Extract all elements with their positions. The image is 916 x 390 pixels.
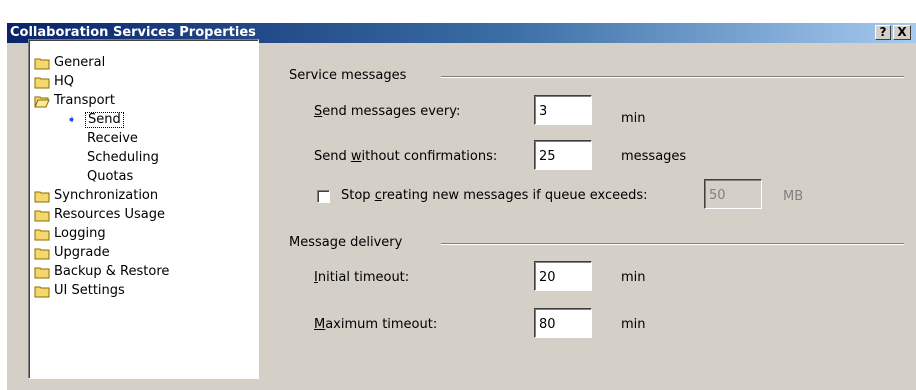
folder-icon: [34, 191, 50, 203]
window-title: Collaboration Services Properties: [10, 25, 256, 40]
send-without-label: Send without confirmations:: [314, 149, 498, 164]
tree-label: UI Settings: [54, 283, 125, 298]
stop-creating-checkbox[interactable]: [317, 190, 330, 203]
tree-label: Upgrade: [54, 245, 110, 260]
tree-label: General: [54, 55, 106, 70]
tree-label: Scheduling: [87, 150, 159, 165]
help-button[interactable]: ?: [875, 25, 891, 40]
tree-label: Backup & Restore: [54, 264, 170, 279]
close-button[interactable]: X: [893, 25, 911, 40]
divider: [441, 243, 904, 245]
initial-timeout-unit: min: [621, 270, 646, 285]
tree-label: Transport: [54, 93, 116, 108]
maximum-timeout-unit: min: [621, 317, 646, 332]
folder-icon: [34, 77, 50, 89]
tree-label: HQ: [54, 74, 75, 89]
folder-icon: [34, 210, 50, 222]
settings-tree[interactable]: General HQ Transport ➧ Send Receive Sche…: [28, 39, 259, 379]
service-messages-heading: Service messages: [289, 68, 407, 83]
tree-label: Resources Usage: [54, 207, 166, 222]
tree-label: Synchronization: [54, 188, 159, 203]
open-folder-icon: [34, 96, 50, 108]
message-delivery-heading: Message delivery: [289, 235, 403, 250]
folder-icon: [34, 267, 50, 279]
initial-timeout-label: Initial timeout:: [314, 270, 410, 285]
send-every-input[interactable]: [534, 95, 592, 125]
initial-timeout-input[interactable]: [534, 261, 592, 291]
folder-icon: [34, 248, 50, 260]
tree-label: Send: [85, 112, 124, 128]
send-without-unit: messages: [621, 149, 687, 164]
send-every-unit: min: [621, 111, 646, 126]
divider: [441, 76, 904, 78]
queue-limit-input: [704, 179, 762, 209]
send-every-label: Send messages every:: [314, 104, 461, 119]
properties-dialog: Collaboration Services Properties ? X Ge…: [6, 22, 916, 390]
maximum-timeout-input[interactable]: [534, 308, 592, 338]
send-without-input[interactable]: [534, 140, 592, 170]
folder-icon: [34, 58, 50, 70]
folder-icon: [34, 286, 50, 298]
tree-label: Quotas: [87, 169, 134, 184]
current-arrow-icon: ➧: [67, 113, 77, 126]
tree-label: Logging: [54, 226, 106, 241]
stop-creating-label: Stop creating new messages if queue exce…: [341, 188, 648, 203]
tree-label: Receive: [87, 131, 138, 146]
queue-limit-unit: MB: [783, 189, 804, 204]
folder-icon: [34, 229, 50, 241]
maximum-timeout-label: Maximum timeout:: [314, 317, 438, 332]
